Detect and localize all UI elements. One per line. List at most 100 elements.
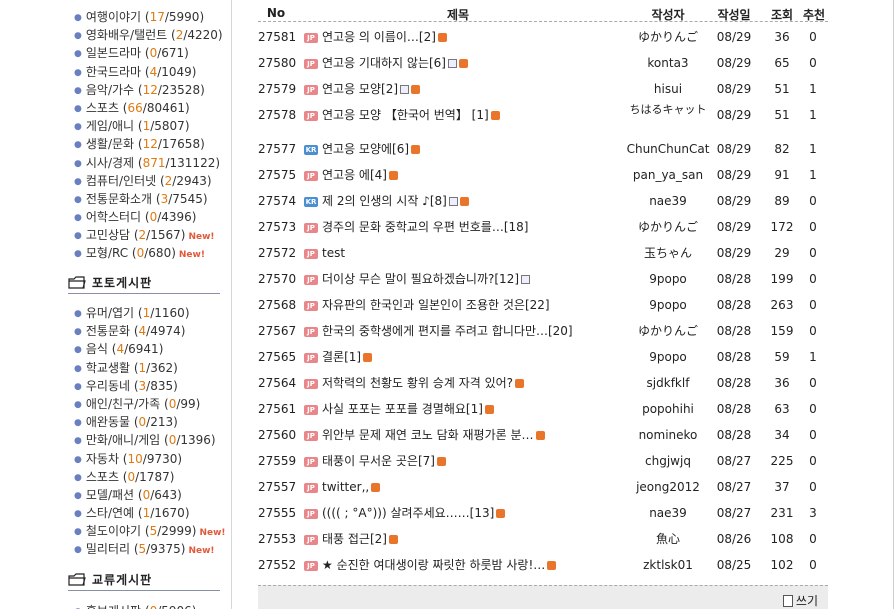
post-author[interactable]: sjdkfklf xyxy=(618,370,718,396)
post-title-link[interactable]: 사실 포포는 포포를 경멸해요[1] xyxy=(322,402,483,416)
category-item[interactable]: ● 스타/연예 (1/1670) xyxy=(74,504,226,522)
table-row[interactable]: 27552 JP ★ 순진한 여대생이랑 짜릿한 하룻밤 사랑!… zktlsk01 0… xyxy=(258,552,828,578)
category-item[interactable]: ● 생활/문화 (12/17658) xyxy=(74,135,223,153)
post-author[interactable]: 9popo xyxy=(618,266,718,292)
table-row[interactable]: 27568 JP 자유판의 한국인과 일본인이 조용한 것은[22] 9popo 08/… xyxy=(258,292,828,318)
post-title-link[interactable]: 경주의 문화 중학교의 우편 번호를…[18] xyxy=(322,220,528,234)
post-title-link[interactable]: test xyxy=(322,246,345,260)
header-title: 제목 xyxy=(446,8,470,22)
category-item[interactable]: ● 고민상담 (2/1567) New! xyxy=(74,226,223,244)
post-title-link[interactable]: 연고응 모양 【한국어 번역】 [1] xyxy=(322,108,489,122)
post-author[interactable]: zktlsk01 xyxy=(618,552,718,578)
category-item[interactable]: ● 학교생활 (1/362) xyxy=(74,359,226,377)
table-row[interactable]: 27573 JP 경주의 문화 중학교의 우편 번호를…[18] ゆかりんご 08/29… xyxy=(258,214,828,240)
table-row[interactable]: 27559 JP 태풍이 무서운 곳은[7] chgjwjq 08/27 225 0 xyxy=(258,448,828,474)
post-author[interactable]: konta3 xyxy=(618,50,718,76)
table-row[interactable]: 27555 JP (((( ; °A°))) 살려주세요……[13] nae39 08/… xyxy=(258,500,828,526)
post-title-link[interactable]: 저학력의 천황도 황위 승계 자격 있어? xyxy=(322,376,513,390)
category-item[interactable]: ● 밀리터리 (5/9375) New! xyxy=(74,540,226,558)
table-row[interactable]: 27561 JP 사실 포포는 포포를 경멸해요[1] popohihi 08/28 63… xyxy=(258,396,828,422)
post-author[interactable]: popohihi xyxy=(618,396,718,422)
post-author[interactable]: ChunChunCat xyxy=(618,136,718,162)
category-item[interactable]: ● 영화배우/탤런트 (2/4220) xyxy=(74,26,223,44)
category-item[interactable]: ● 모형/RC (0/680) New! xyxy=(74,244,223,262)
category-item[interactable]: ● 스포츠 (0/1787) xyxy=(74,468,226,486)
category-item[interactable]: ● 철도이야기 (5/2999) New! xyxy=(74,522,226,540)
category-item[interactable]: ● 어학스터디 (0/4396) xyxy=(74,208,223,226)
category-item[interactable]: ● 스포츠 (66/80461) xyxy=(74,99,223,117)
table-row[interactable]: 27577 KR 연고응 모양에[6] ChunChunCat 08/29 82 1 xyxy=(258,136,828,162)
table-row[interactable]: 27572 JP test 玉ちゃん 08/29 29 0 xyxy=(258,240,828,266)
post-title-cell: JP (((( ; °A°))) 살려주세요……[13] xyxy=(304,500,644,526)
category-item[interactable]: ● 자동차 (10/9730) xyxy=(74,450,226,468)
category-item[interactable]: ● 컴퓨터/인터넷 (2/2943) xyxy=(74,172,223,190)
post-author[interactable]: hisui xyxy=(618,76,718,102)
post-title-link[interactable]: ★ 순진한 여대생이랑 짜릿한 하룻밤 사랑!… xyxy=(322,558,545,572)
table-row[interactable]: 27553 JP 태풍 접근[2] 魚心 08/26 108 0 xyxy=(258,526,828,552)
table-row[interactable]: 27574 KR 제 2의 인생의 시작 ♪[8] nae39 08/29 89 0 xyxy=(258,188,828,214)
bullet-icon: ● xyxy=(74,327,82,338)
view-count: 102 xyxy=(770,558,794,572)
post-title-link[interactable]: 연고응 에[4] xyxy=(322,168,387,182)
post-title-link[interactable]: 더이상 무슨 말이 필요하겠습니까?[12] xyxy=(322,272,519,286)
table-row[interactable]: 27575 JP 연고응 에[4] pan_ya_san 08/29 91 1 xyxy=(258,162,828,188)
country-flag-icon: JP xyxy=(304,535,318,545)
category-item[interactable]: ● 애인/친구/가족 (0/99) xyxy=(74,395,226,413)
view-count: 82 xyxy=(774,142,790,156)
category-item[interactable]: ● 한국드라마 (4/1049) xyxy=(74,63,223,81)
category-item[interactable]: ● 모델/패션 (0/643) xyxy=(74,486,226,504)
table-row[interactable]: 27565 JP 결론[1] 9popo 08/28 59 1 xyxy=(258,344,828,370)
category-item[interactable]: ● 우리동네 (3/835) xyxy=(74,377,226,395)
post-author[interactable]: ゆかりんご xyxy=(618,318,718,344)
post-author[interactable]: 玉ちゃん xyxy=(618,240,718,266)
post-author[interactable]: nomineko xyxy=(618,422,718,448)
category-item[interactable]: ● 일본드라마 (0/671) xyxy=(74,44,223,62)
post-author[interactable]: nae39 xyxy=(618,188,718,214)
post-title-link[interactable]: 연고응 모양에[6] xyxy=(322,142,409,156)
post-author[interactable]: ゆかりんご xyxy=(618,214,718,240)
category-item[interactable]: ● 애완동물 (0/213) xyxy=(74,413,226,431)
table-row[interactable]: 27578 JP 연고응 모양 【한국어 번역】 [1] ちはるキャット 08/29 51… xyxy=(258,102,828,128)
table-row[interactable]: 27581 JP 연고응 의 이름이…[2] ゆかりんご 08/29 36 0 xyxy=(258,24,828,50)
category-item[interactable]: ● 여행이야기 (17/5990) xyxy=(74,8,223,26)
table-row[interactable]: 27570 JP 더이상 무슨 말이 필요하겠습니까?[12] 9popo 08/28 1… xyxy=(258,266,828,292)
category-item[interactable]: ● 음악/가수 (12/23528) xyxy=(74,81,223,99)
category-item[interactable]: ● 유머/엽기 (1/1160) xyxy=(74,304,226,322)
category-item[interactable]: ●홍보게시판 (0/5906) xyxy=(74,602,196,609)
post-author[interactable]: 9popo xyxy=(618,344,718,370)
post-title-link[interactable]: 연고응 모양[2] xyxy=(322,82,398,96)
post-author[interactable]: pan_ya_san xyxy=(618,162,718,188)
post-title-link[interactable]: 제 2의 인생의 시작 ♪[8] xyxy=(322,194,447,208)
table-row[interactable]: 27560 JP 위안부 문제 재연 코노 담화 재평가론 분… nomineko 08… xyxy=(258,422,828,448)
table-row[interactable]: 27567 JP 한국의 중학생에게 편지를 주려고 합니다만…[20] ゆかりんご 0… xyxy=(258,318,828,344)
post-author[interactable]: chgjwjq xyxy=(618,448,718,474)
post-author[interactable]: ちはるキャット xyxy=(618,102,718,128)
post-author[interactable]: ゆかりんご xyxy=(618,24,718,50)
post-title-link[interactable]: 태풍 접근[2] xyxy=(322,532,387,546)
category-item[interactable]: ● 전통문화 (4/4974) xyxy=(74,322,226,340)
write-button[interactable]: 쓰기 xyxy=(782,592,818,609)
post-title-link[interactable]: 태풍이 무서운 곳은[7] xyxy=(322,454,435,468)
table-row[interactable]: 27557 JP twitter,, jeong2012 08/27 37 0 xyxy=(258,474,828,500)
category-item[interactable]: ● 만화/애니/게임 (0/1396) xyxy=(74,431,226,449)
post-author[interactable]: 魚心 xyxy=(618,526,718,552)
category-item[interactable]: ● 전통문화소개 (3/7545) xyxy=(74,190,223,208)
table-row[interactable]: 27564 JP 저학력의 천황도 황위 승계 자격 있어? sjdkfklf 08/2… xyxy=(258,370,828,396)
post-title-link[interactable]: 위안부 문제 재연 코노 담화 재평가론 분… xyxy=(322,428,534,442)
category-item[interactable]: ● 게임/애니 (1/5807) xyxy=(74,117,223,135)
category-item[interactable]: ● 시사/경제 (871/131122) xyxy=(74,154,223,172)
post-title-link[interactable]: 연고응 기대하지 않는[6] xyxy=(322,56,446,70)
post-author[interactable]: 9popo xyxy=(618,292,718,318)
write-label: 쓰기 xyxy=(795,594,818,608)
table-row[interactable]: 27579 JP 연고응 모양[2] hisui 08/29 51 1 xyxy=(258,76,828,102)
post-title-link[interactable]: (((( ; °A°))) 살려주세요……[13] xyxy=(322,506,494,520)
category-item[interactable]: ● 음식 (4/6941) xyxy=(74,340,226,358)
post-title-link[interactable]: 결론[1] xyxy=(322,350,361,364)
post-author[interactable]: jeong2012 xyxy=(618,474,718,500)
post-title-link[interactable]: twitter,, xyxy=(322,480,369,494)
post-title-link[interactable]: 연고응 의 이름이…[2] xyxy=(322,30,436,44)
table-row[interactable]: 27580 JP 연고응 기대하지 않는[6] konta3 08/29 65 0 xyxy=(258,50,828,76)
post-title-link[interactable]: 자유판의 한국인과 일본인이 조용한 것은[22] xyxy=(322,298,550,312)
post-title-link[interactable]: 한국의 중학생에게 편지를 주려고 합니다만…[20] xyxy=(322,324,573,338)
post-author[interactable]: nae39 xyxy=(618,500,718,526)
